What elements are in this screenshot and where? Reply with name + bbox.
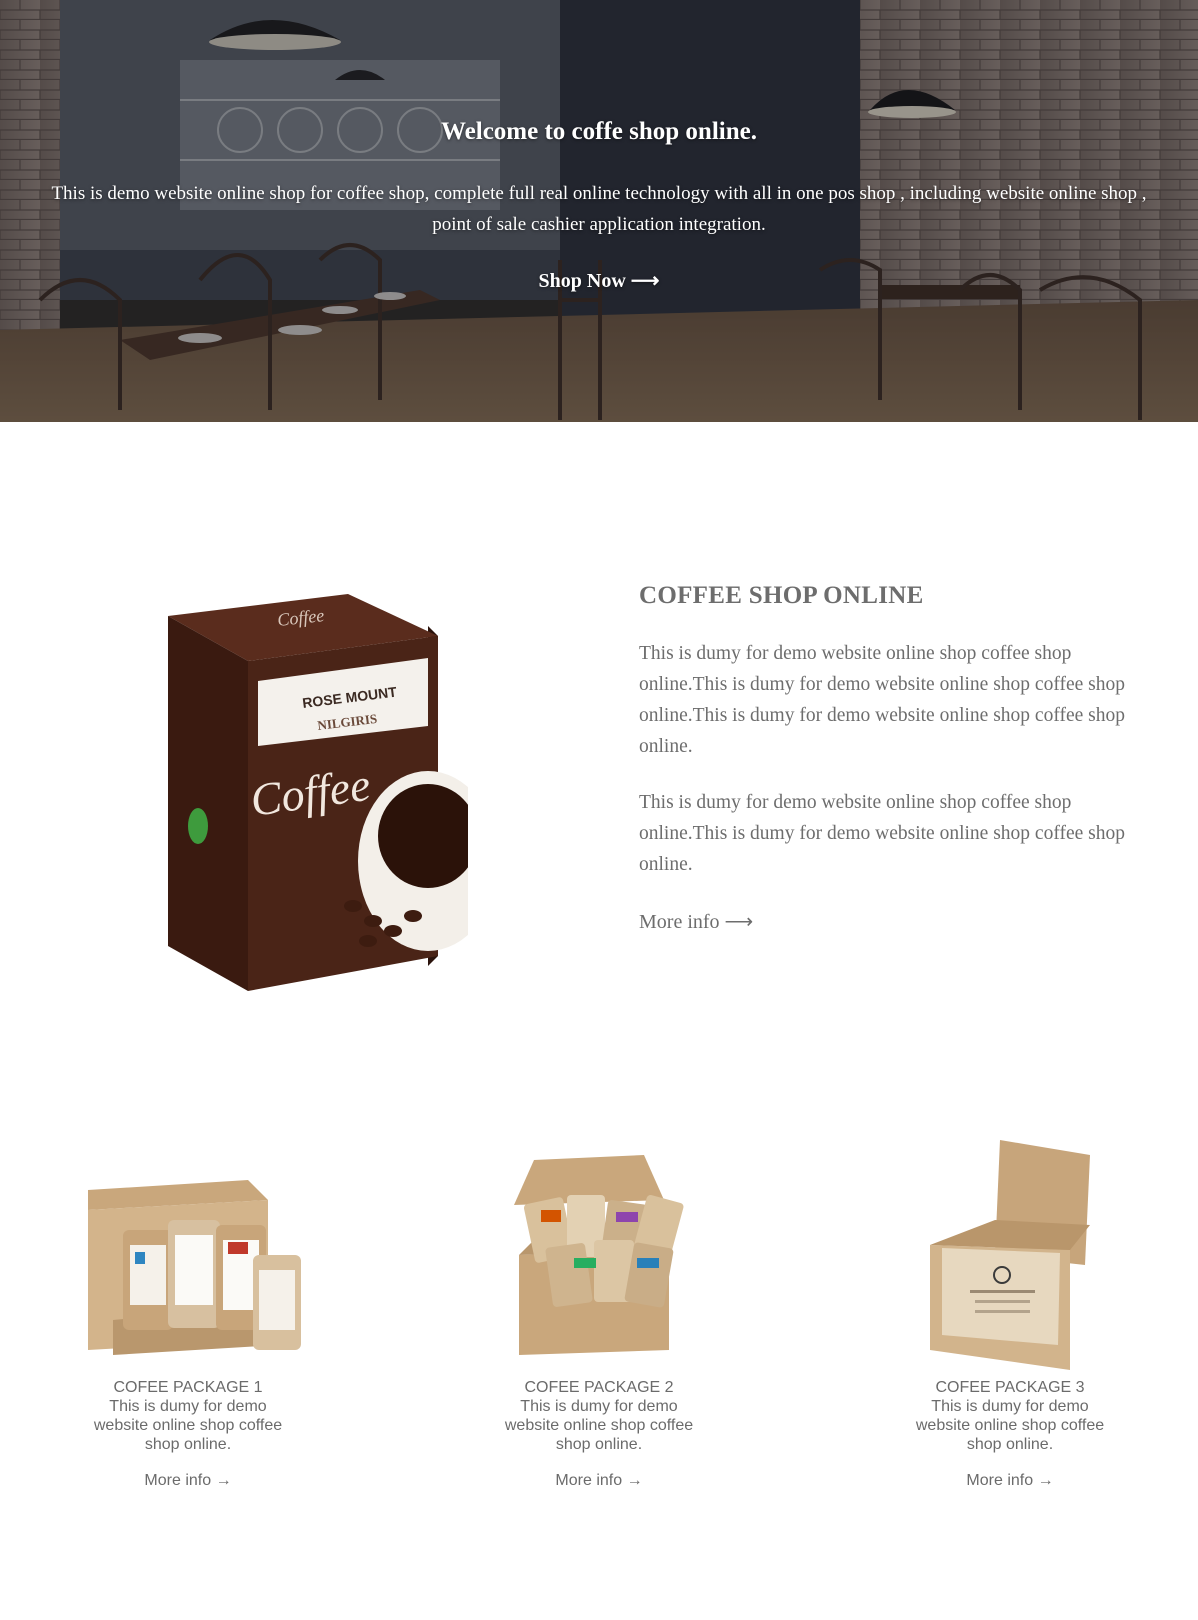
hero-section: Welcome to coffe shop online. This is de…	[0, 0, 1198, 422]
package-3-more-info-link[interactable]: More info →	[966, 1472, 1053, 1490]
about-paragraph-2: This is dumy for demo website online sho…	[639, 792, 1125, 875]
package-card-2: COFEE PACKAGE 2 This is dumy for demo we…	[479, 1140, 719, 1490]
about-paragraph-1: This is dumy for demo website online sho…	[639, 643, 1125, 757]
more-info-link[interactable]: More info ⟶	[639, 909, 753, 934]
package-card-1: COFEE PACKAGE 1 This is dumy for demo we…	[68, 1140, 308, 1490]
shop-now-label: Shop Now	[538, 270, 626, 292]
hero-content: Welcome to coffe shop online. This is de…	[0, 0, 1198, 422]
about-title: COFFEE SHOP ONLINE	[639, 582, 924, 609]
package-3-title: COFEE PACKAGE 3	[935, 1379, 1085, 1396]
package-2-title: COFEE PACKAGE 2	[524, 1379, 674, 1396]
arrow-right-icon: ⟶	[630, 270, 660, 292]
shop-now-link[interactable]: Shop Now ⟶	[0, 268, 1198, 293]
package-2-more-info-link[interactable]: More info →	[555, 1472, 642, 1490]
package-card-3: COFEE PACKAGE 3 This is dumy for demo we…	[890, 1140, 1130, 1490]
more-info-label: More info	[639, 911, 720, 933]
package-2-description: This is dumy for demo website online sho…	[504, 1398, 694, 1453]
package-1-description: This is dumy for demo website online sho…	[93, 1398, 283, 1453]
package-2-image	[514, 1155, 684, 1355]
hero-description: This is demo website online shop for cof…	[51, 183, 1147, 235]
package-1-more-info-link[interactable]: More info →	[144, 1472, 231, 1490]
arrow-right-icon: ⟶	[724, 911, 754, 933]
about-section: COFFEE SHOP ONLINE This is dumy for demo…	[639, 582, 1159, 934]
package-3-description: This is dumy for demo website online sho…	[915, 1398, 1105, 1453]
package-1-image	[88, 1180, 301, 1355]
package-1-title: COFEE PACKAGE 1	[113, 1379, 263, 1396]
package-3-image	[930, 1140, 1090, 1370]
coffee-product-box-image: ROSE MOUNT NILGIRIS Coffee Coffee	[168, 594, 468, 991]
hero-title: Welcome to coffe shop online.	[441, 118, 757, 145]
